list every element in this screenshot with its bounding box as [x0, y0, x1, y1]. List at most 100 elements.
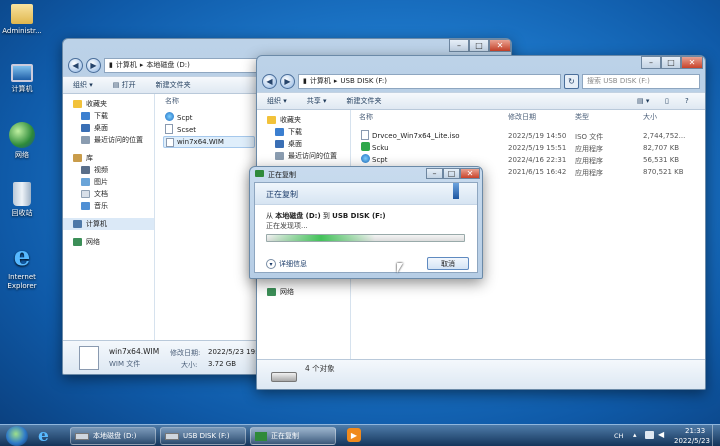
- organize-menu[interactable]: 组织 ▾: [267, 96, 287, 106]
- internet-explorer-icon: e: [13, 242, 31, 272]
- preview-pane-icon[interactable]: ▯: [665, 97, 669, 105]
- desktop-icon-label: Administr...: [2, 27, 42, 35]
- cancel-button[interactable]: 取消: [427, 257, 469, 270]
- copy-dialog-icon: [255, 431, 267, 441]
- user-folder-icon: [11, 4, 33, 24]
- column-header-modified[interactable]: 修改日期: [508, 110, 536, 124]
- nav-network[interactable]: 网络: [63, 236, 154, 248]
- tray-expand-icon[interactable]: ▴: [633, 431, 637, 439]
- clock-time[interactable]: 21:33: [685, 427, 705, 435]
- maximize-button[interactable]: □: [469, 39, 489, 52]
- maximize-button[interactable]: □: [443, 168, 460, 179]
- taskbar-item-drive-d[interactable]: 本地磁盘 (D:): [70, 427, 156, 445]
- nav-videos[interactable]: 视频: [63, 164, 154, 176]
- progress-fill: [267, 235, 376, 241]
- help-icon[interactable]: ?: [685, 97, 689, 105]
- copy-destination: USB DISK (F:): [332, 212, 386, 220]
- column-header-name[interactable]: 名称: [359, 110, 373, 124]
- chevron-down-icon: ▾: [266, 259, 276, 269]
- refresh-button[interactable]: ↻: [564, 73, 579, 89]
- language-indicator[interactable]: CH: [614, 432, 623, 440]
- video-icon: [81, 166, 90, 174]
- new-folder-button[interactable]: 新建文件夹: [156, 80, 191, 90]
- taskbar-item-usb-disk[interactable]: USB DISK (F:): [160, 427, 246, 445]
- status-object-count: 4 个对象: [305, 364, 335, 373]
- network-globe-icon: [9, 122, 35, 148]
- clock-date[interactable]: 2022/5/23: [674, 437, 710, 445]
- back-button[interactable]: ◀: [262, 73, 277, 89]
- back-button[interactable]: ◀: [68, 57, 83, 73]
- taskbar: e 本地磁盘 (D:) USB DISK (F:) 正在复制 ▶ CH ▴ ◀ …: [0, 424, 720, 446]
- breadcrumb-drive[interactable]: USB DISK (F:): [340, 77, 387, 85]
- breadcrumb-computer[interactable]: 计算机: [310, 76, 331, 86]
- file-row[interactable]: Drvceo_Win7x64_Lite.iso 2022/5/19 14:50 …: [257, 130, 705, 142]
- wim-file-icon: [166, 138, 174, 147]
- close-button[interactable]: ✕: [681, 56, 703, 69]
- usb-drive-icon: [271, 372, 297, 382]
- address-bar[interactable]: ▮ 计算机 ▸ USB DISK (F:): [298, 73, 561, 89]
- copy-dialog-icon: [255, 170, 264, 177]
- copy-progress-dialog[interactable]: 正在复制 – □ ✕ 正在复制 从 本地磁盘 (D:) 到 USB DISK (…: [249, 166, 483, 279]
- minimize-button[interactable]: –: [641, 56, 661, 69]
- forward-button[interactable]: ▶: [280, 73, 295, 89]
- show-desktop-button[interactable]: [712, 425, 720, 446]
- desktop-icon-administrator[interactable]: Administr...: [0, 4, 44, 36]
- forward-button[interactable]: ▶: [86, 57, 101, 73]
- volume-tray-icon[interactable]: ◀: [658, 430, 664, 439]
- desktop-icon-network[interactable]: 网络: [0, 122, 44, 160]
- ie-taskbar-icon[interactable]: e: [38, 426, 49, 446]
- file-row[interactable]: Scpt 2022/4/16 22:31 应用程序 56,531 KB: [257, 154, 705, 166]
- nav-computer[interactable]: 计算机: [63, 218, 154, 230]
- copy-progress-bar: [266, 234, 465, 242]
- file-row-selected[interactable]: win7x64.WIM: [163, 136, 255, 148]
- column-header-size[interactable]: 大小: [643, 110, 657, 124]
- column-header-name[interactable]: 名称: [165, 94, 179, 108]
- details-size: 3.72 GB: [208, 360, 237, 368]
- share-menu[interactable]: 共享 ▾: [307, 96, 327, 106]
- breadcrumb-computer[interactable]: 计算机: [116, 60, 137, 70]
- desktop-icon-label: 回收站: [11, 209, 33, 217]
- nav-pictures[interactable]: 图片: [63, 176, 154, 188]
- minimize-button[interactable]: –: [426, 168, 443, 179]
- file-row[interactable]: Scku 2022/5/19 15:51 应用程序 82,707 KB: [257, 142, 705, 154]
- breadcrumb-drive[interactable]: 本地磁盘 (D:): [146, 60, 189, 70]
- new-folder-button[interactable]: 新建文件夹: [347, 96, 382, 106]
- minimize-button[interactable]: –: [449, 39, 469, 52]
- copy-source: 本地磁盘 (D:): [275, 212, 321, 220]
- maximize-button[interactable]: □: [661, 56, 681, 69]
- wim-large-icon: [79, 346, 99, 370]
- network-tray-icon[interactable]: [645, 431, 654, 439]
- network-icon: [267, 288, 276, 296]
- nav-music[interactable]: 音乐: [63, 200, 154, 212]
- nav-favorites[interactable]: 收藏夹: [257, 114, 350, 126]
- taskbar-item-copying[interactable]: 正在复制: [250, 427, 336, 445]
- media-player-icon[interactable]: ▶: [347, 428, 361, 442]
- desktop-icon-recycle-bin[interactable]: 回收站: [0, 182, 44, 218]
- star-icon: [267, 116, 276, 124]
- view-options-icon[interactable]: ▤ ▾: [637, 97, 649, 105]
- iso-file-icon: [361, 130, 369, 140]
- column-header-type[interactable]: 类型: [575, 110, 589, 124]
- desktop-icon-ie[interactable]: e Internet Explorer: [0, 244, 44, 291]
- network-icon: [73, 238, 82, 246]
- open-button[interactable]: ▤ 打开: [113, 80, 136, 90]
- computer-icon: ▮: [109, 61, 113, 69]
- close-button[interactable]: ✕: [460, 168, 480, 179]
- desktop-icon-label: 网络: [15, 151, 29, 159]
- nav-favorites[interactable]: 收藏夹: [63, 98, 154, 110]
- library-icon: [73, 154, 82, 162]
- computer-icon: ▮: [303, 77, 307, 85]
- desktop-icon-computer[interactable]: 计算机: [0, 64, 44, 94]
- nav-libraries[interactable]: 库: [63, 152, 154, 164]
- close-button[interactable]: ✕: [489, 39, 511, 52]
- desktop-icon-label: Internet Explorer: [7, 273, 37, 290]
- drive-icon: [75, 432, 89, 440]
- star-icon: [73, 100, 82, 108]
- search-input[interactable]: 搜索 USB DISK (F:): [582, 73, 700, 89]
- details-toggle[interactable]: ▾ 详细信息: [266, 259, 307, 269]
- start-button[interactable]: [6, 426, 28, 446]
- nav-documents[interactable]: 文档: [63, 188, 154, 200]
- dialog-title: 正在复制: [268, 171, 296, 179]
- organize-menu[interactable]: 组织 ▾: [73, 80, 93, 90]
- nav-network[interactable]: 网络: [257, 286, 294, 298]
